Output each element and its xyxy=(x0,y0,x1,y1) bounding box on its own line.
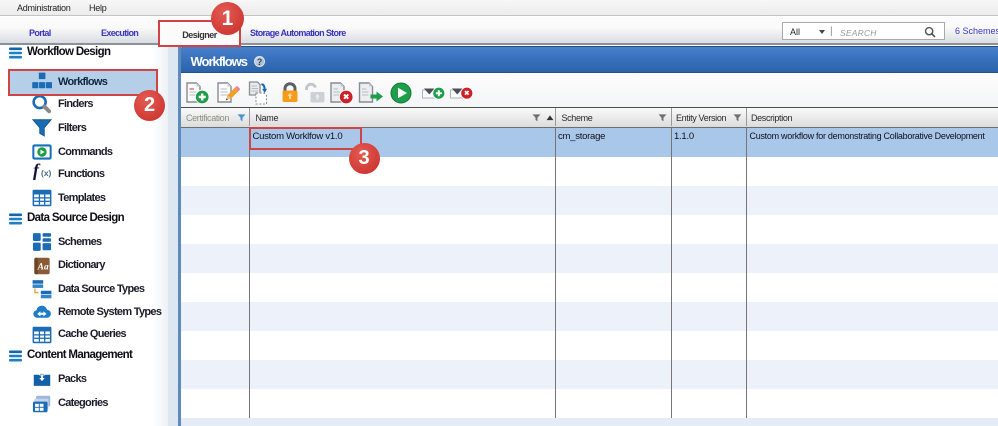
svg-text:Aa: Aa xyxy=(37,262,49,272)
